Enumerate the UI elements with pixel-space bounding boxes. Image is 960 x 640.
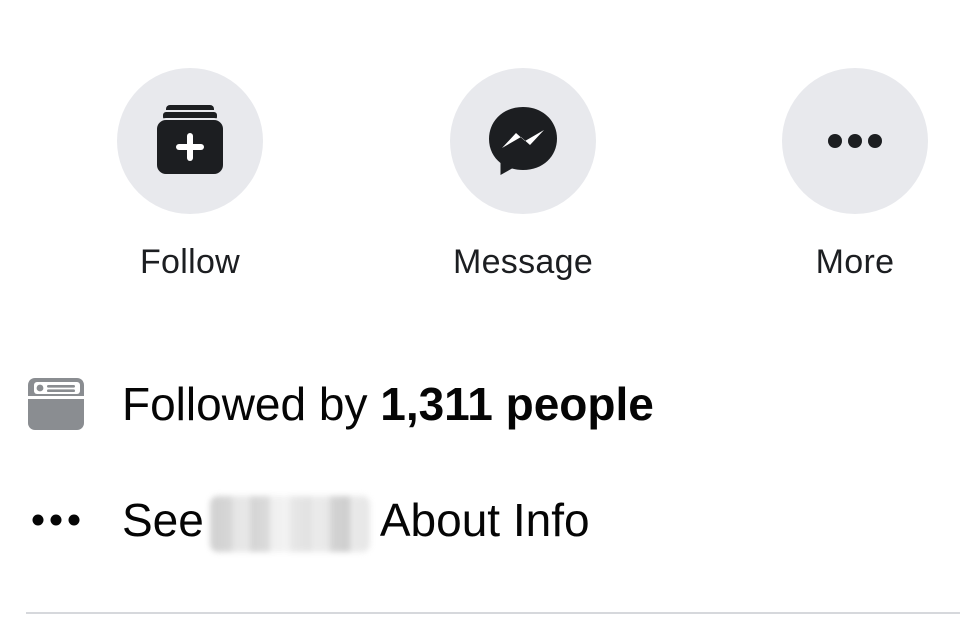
more-label: More <box>815 243 895 281</box>
follow-button[interactable]: Follow <box>90 68 290 282</box>
message-label: Message <box>452 243 594 281</box>
ellipsis-icon <box>26 490 86 550</box>
followers-row: Followed by 1,311 people <box>26 372 654 436</box>
message-button-circle[interactable] <box>450 68 596 214</box>
section-divider <box>26 612 960 614</box>
followers-count: 1,311 people <box>380 378 654 430</box>
about-see-text: See <box>122 494 204 546</box>
more-dots-icon <box>828 134 882 148</box>
about-info-link[interactable]: See About Info <box>122 488 590 552</box>
follow-label: Follow <box>139 243 241 281</box>
redacted-name <box>209 495 370 552</box>
message-button[interactable]: Message <box>423 68 623 282</box>
more-button-circle[interactable] <box>782 68 928 214</box>
about-info-row[interactable]: See About Info <box>26 488 590 552</box>
about-suffix-text: About Info <box>379 494 590 546</box>
follow-button-circle[interactable] <box>117 68 263 214</box>
id-card-icon <box>26 374 86 434</box>
messenger-icon <box>489 107 557 175</box>
followers-text: Followed by 1,311 people <box>122 372 654 436</box>
follow-add-icon <box>155 105 225 176</box>
more-button[interactable]: More <box>755 68 955 282</box>
profile-actions-screen: Follow Message More Followed by 1,311 pe… <box>0 0 960 640</box>
followers-prefix: Followed by <box>122 378 381 430</box>
